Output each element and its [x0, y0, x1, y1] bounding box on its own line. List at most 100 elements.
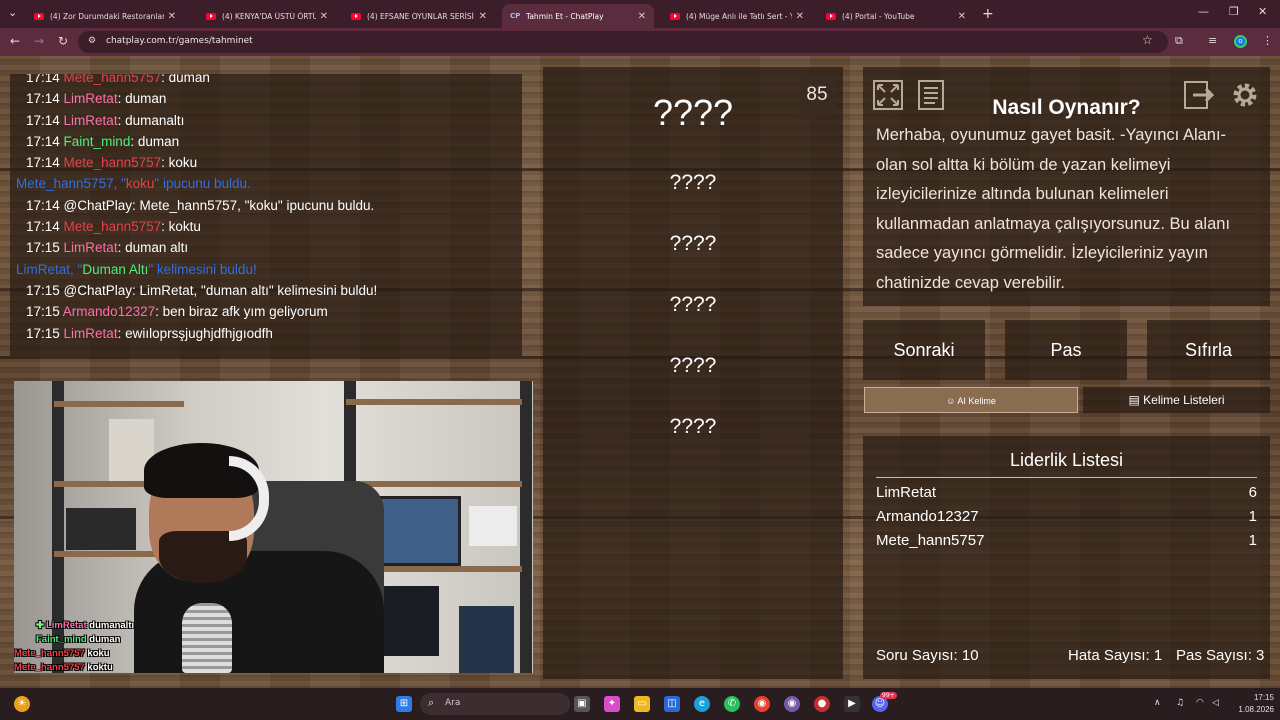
chrome-icon[interactable]: ◉ [754, 696, 770, 712]
hint-slot: ???? [669, 354, 717, 377]
ai-word-button[interactable]: ☺ AI Kelime [864, 387, 1078, 413]
tab-search-icon[interactable]: ⌄ [8, 6, 17, 19]
start-icon[interactable]: ⊞ [396, 696, 412, 712]
chat-message-list: 17:14 Mete_hann5757: duman 17:14 LimRetat… [16, 74, 522, 344]
chat-message: 17:15 @ChatPlay: LimRetat, "duman altı" … [26, 280, 522, 301]
chat-text: : ewiıloprsşjughjdfhjgıodfh [117, 325, 273, 341]
clock-time: 17:15 [1253, 693, 1274, 702]
menu-kebab-icon[interactable]: ⋮ [1262, 34, 1273, 47]
youtube-favicon-icon [670, 12, 680, 20]
app-icon[interactable]: ● [814, 696, 830, 712]
microphone-icon[interactable]: ♫ [1176, 698, 1184, 708]
chat-system-text: LimRetat, " [16, 261, 83, 277]
browser-tab[interactable]: CP Tahmin Et - ChatPlay ✕ [502, 4, 654, 28]
chat-message: 17:15 Armando12327: ben biraz afk yım ge… [26, 301, 522, 322]
reload-button[interactable]: ↻ [58, 34, 68, 48]
close-tab-icon[interactable]: ✕ [796, 11, 804, 22]
chat-message: 17:14 @ChatPlay: Mete_hann5757, "koku" i… [26, 195, 522, 216]
hint-slot: ???? [669, 232, 717, 255]
back-button[interactable]: ← [10, 34, 20, 48]
pass-button[interactable]: Pas [1005, 320, 1127, 380]
reading-list-icon[interactable]: ≡ [1208, 34, 1217, 47]
shelf [54, 401, 184, 407]
chat-username: @ChatPlay [63, 282, 133, 298]
next-button[interactable]: Sonraki [863, 320, 985, 380]
chat-timestamp: 17:15 [26, 304, 63, 320]
minimize-button[interactable]: — [1198, 5, 1209, 18]
chat-timestamp: 17:15 [26, 282, 64, 298]
how-to-play-panel: Nasıl Oynanır? Merhaba, oyunumuz gayet b… [863, 67, 1270, 306]
game-page: 17:14 Mete_hann5757: duman 17:14 LimRetat… [0, 56, 1280, 688]
chat-text: : koku [161, 155, 198, 171]
chrome-profile-icon[interactable]: ◉ [784, 696, 800, 712]
new-tab-button[interactable]: + [982, 6, 994, 22]
system-clock[interactable]: 17:15 1.08.2026 [1228, 692, 1274, 716]
browser-tab[interactable]: (4) Müge Anlı ile Tatlı Sert - You ✕ [662, 4, 812, 28]
task-view-icon[interactable]: ▣ [574, 696, 590, 712]
word-panel: 85 ???? ???? ???? ???? ???? ???? [543, 67, 843, 679]
leaderboard-name: LimRetat [876, 484, 937, 501]
browser-tab[interactable]: (4) Zor Durumdaki Restoranlara ✕ [26, 4, 184, 28]
overlay-username: Faint_mind [36, 634, 87, 645]
chat-message: 17:14 Mete_hann5757: koku [26, 152, 522, 173]
overlay-text: koku [84, 648, 110, 659]
forward-button[interactable]: → [34, 34, 44, 48]
volume-icon[interactable]: ◁ [1212, 698, 1219, 708]
close-tab-icon[interactable]: ✕ [638, 11, 646, 22]
terminal-icon[interactable]: ▶ [844, 696, 860, 712]
badge-icon: ✚ [36, 620, 44, 631]
url-field[interactable]: ⚙ chatplay.com.tr/games/tahminet [78, 31, 1168, 53]
browser-tab[interactable]: (4) Portal - YouTube ✕ [818, 4, 974, 28]
tray-chevron-icon[interactable]: ∧ [1154, 698, 1161, 708]
wifi-icon[interactable]: ◠ [1196, 698, 1204, 708]
word-lists-label: Kelime Listeleri [1143, 393, 1225, 407]
maximize-button[interactable]: ❐ [1229, 5, 1239, 18]
chat-system-highlight: Duman Altı [82, 261, 149, 277]
browser-tab[interactable]: (4) KENYA'DA ÜSTÜ ÖRTÜLEN I ✕ [198, 4, 336, 28]
chat-message: 17:15 LimRetat: ewiıloprsşjughjdfhjgıodf… [26, 323, 522, 344]
secret-word: ???? [652, 92, 734, 133]
chat-username: LimRetat [63, 112, 118, 128]
error-count: Hata Sayısı: 1 [1068, 647, 1163, 664]
bookmark-star-icon[interactable]: ☆ [1142, 33, 1153, 47]
clock-date: 1.08.2026 [1238, 705, 1274, 714]
extensions-icon[interactable]: ⧉ [1175, 34, 1183, 48]
site-info-icon[interactable]: ⚙ [88, 36, 96, 46]
chat-username: LimRetat [63, 91, 118, 107]
clipboard-icon: ▤ [1128, 393, 1140, 407]
close-tab-icon[interactable]: ✕ [958, 11, 966, 22]
close-tab-icon[interactable]: ✕ [479, 11, 487, 22]
shelf-box [66, 508, 136, 550]
file-explorer-icon[interactable]: ▭ [634, 696, 650, 712]
settings-gear-icon[interactable] [1229, 79, 1261, 111]
reset-button[interactable]: Sıfırla [1147, 320, 1270, 380]
chat-message: 17:14 Faint_mind: duman [26, 131, 522, 152]
overlay-username: LimRetat [45, 620, 87, 631]
chat-panel: 17:14 Mete_hann5757: duman 17:14 LimRetat… [10, 74, 522, 356]
word-lists-button[interactable]: ▤ Kelime Listeleri [1083, 387, 1270, 413]
browser-tab-title: Tahmin Et - ChatPlay [526, 11, 604, 21]
close-tab-icon[interactable]: ✕ [320, 11, 328, 22]
browser-tab-title: (4) KENYA'DA ÜSTÜ ÖRTÜLEN I [222, 11, 316, 21]
taskbar-search[interactable]: ⌕ Ara [420, 693, 570, 715]
close-window-button[interactable]: ✕ [1258, 5, 1267, 18]
browser-tab[interactable]: (4) EFSANE OYUNLAR SERİSİ - ✕ [343, 4, 495, 28]
chat-timestamp: 17:15 [26, 325, 64, 341]
profile-avatar[interactable]: o [1234, 35, 1247, 48]
overlay-text: koktu [84, 662, 113, 673]
leaderboard-row: Armando12327 1 [876, 508, 1257, 532]
chat-text: : dumanaltı [117, 112, 185, 128]
whatsapp-icon[interactable]: ✆ [724, 696, 740, 712]
hint-slot: ???? [669, 293, 717, 316]
chat-text: : duman altı [117, 240, 189, 256]
exit-icon[interactable] [1183, 79, 1215, 111]
overlay-chat-message: Mete_hann5757 koktu [14, 661, 533, 673]
url-text: chatplay.com.tr/games/tahminet [106, 36, 253, 46]
edge-icon[interactable]: e [694, 696, 710, 712]
weather-icon[interactable]: ☀ [14, 696, 30, 712]
close-tab-icon[interactable]: ✕ [168, 11, 176, 22]
chat-text: : LimRetat, "duman altı" kelimesini buld… [132, 282, 378, 298]
store-icon[interactable]: ◫ [664, 696, 680, 712]
youtube-favicon-icon [206, 12, 216, 20]
copilot-icon[interactable]: ✦ [604, 696, 620, 712]
